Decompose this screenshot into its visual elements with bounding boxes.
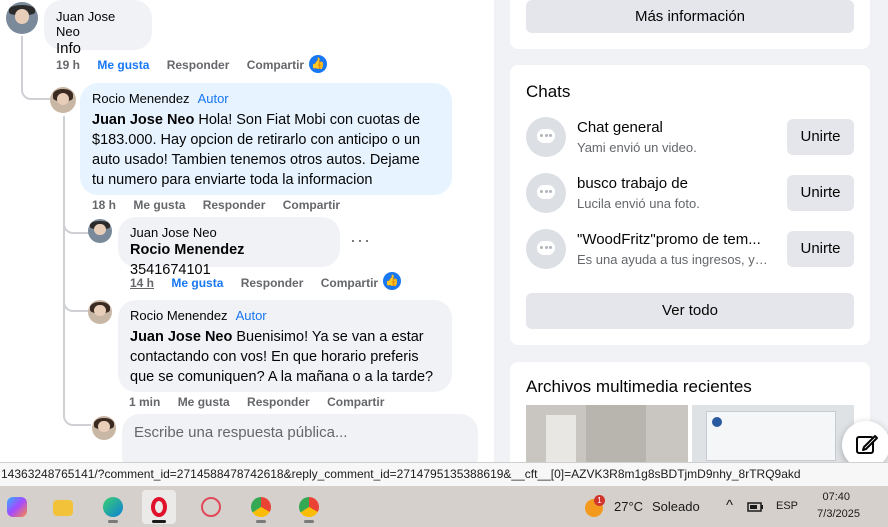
join-button[interactable]: Unirte: [787, 231, 854, 267]
comment-bubble: Rocio Menendez Autor Juan Jose Neo Hola! …: [80, 83, 452, 195]
reply-button[interactable]: Responder: [241, 276, 304, 290]
author-badge: Autor: [197, 91, 229, 106]
opera-icon: [151, 497, 167, 517]
avatar[interactable]: [88, 219, 112, 243]
taskbar: 1 27°C Soleado ^ ESP 07:40 7/3/2025: [0, 486, 888, 527]
chat-subtitle: Yami envió un video.: [577, 140, 697, 155]
taskbar-chrome-profile-1[interactable]: [244, 490, 278, 524]
reply-button[interactable]: Responder: [167, 58, 230, 72]
media-thumbnail[interactable]: [692, 405, 854, 465]
author-badge: Autor: [235, 308, 267, 323]
notification-badge: 1: [594, 495, 605, 506]
join-button[interactable]: Unirte: [787, 175, 854, 211]
chat-subtitle: Lucila envió una foto.: [577, 196, 700, 211]
comment-author[interactable]: Juan Jose Neo: [130, 225, 328, 240]
like-button[interactable]: Me gusta: [178, 395, 230, 409]
taskbar-file-explorer[interactable]: [46, 490, 80, 524]
chat-icon[interactable]: [526, 173, 566, 213]
edge-icon: [103, 497, 123, 517]
thread-connector: [63, 220, 89, 234]
join-button[interactable]: Unirte: [787, 119, 854, 155]
comment-text: Info: [56, 40, 82, 57]
media-card: Archivos multimedia recientes: [510, 362, 870, 472]
comment-author[interactable]: Rocio Menendez: [92, 91, 190, 106]
weather-condition[interactable]: Soleado: [652, 499, 700, 514]
comment-time[interactable]: 19 h: [56, 58, 80, 72]
network-battery-icon[interactable]: [747, 500, 765, 514]
link-status-bar: 14363248765141/?comment_id=2714588478742…: [0, 462, 888, 486]
avatar[interactable]: [88, 300, 112, 324]
comment-time[interactable]: 1 min: [129, 395, 160, 409]
avatar[interactable]: [92, 416, 116, 440]
comment-actions: 14 h Me gusta Responder Compartir: [130, 276, 392, 290]
chats-title: Chats: [526, 82, 571, 101]
media-thumbnail[interactable]: [526, 405, 688, 465]
reply-input[interactable]: Escribe una respuesta pública...: [122, 414, 478, 462]
comment-text: Juan Jose Neo Buenisimo! Ya se van a est…: [130, 329, 434, 385]
clock-date[interactable]: 7/3/2025: [808, 508, 860, 520]
chat-title[interactable]: busco trabajo de: [577, 175, 773, 192]
chat-title[interactable]: "WoodFritz"promo de tem...: [577, 231, 773, 248]
comment-time[interactable]: 18 h: [92, 198, 116, 212]
chat-icon[interactable]: [526, 229, 566, 269]
copilot-icon: [7, 497, 27, 517]
chrome-icon: [299, 497, 319, 517]
thread-line: [63, 116, 65, 416]
thread-connector: [63, 296, 89, 312]
chat-subtitle: Es una ayuda a tus ingresos, yo ...: [577, 252, 773, 267]
chrome-icon: [251, 497, 271, 517]
taskbar-chrome-profile-2[interactable]: [292, 490, 326, 524]
folder-icon: [53, 500, 73, 516]
share-button[interactable]: Compartir: [327, 395, 384, 409]
taskbar-snipping-tool[interactable]: [194, 490, 228, 524]
comment-text: Rocio Menendez 3541674101: [130, 242, 245, 278]
like-button[interactable]: Me gusta: [171, 276, 223, 290]
thread-connector: [21, 80, 51, 100]
like-reaction-icon[interactable]: 👍: [309, 55, 327, 73]
input-language[interactable]: ESP: [776, 500, 798, 512]
share-button[interactable]: Compartir: [321, 276, 378, 290]
comment-bubble: Juan Jose Neo Rocio Menendez 3541674101: [118, 217, 340, 278]
thread-connector: [63, 408, 91, 426]
more-options-icon[interactable]: ···: [350, 230, 371, 251]
show-hidden-icons-chevron[interactable]: ^: [726, 497, 733, 514]
scissors-icon: [201, 497, 221, 517]
more-info-button[interactable]: Más información: [526, 0, 854, 33]
avatar[interactable]: [6, 2, 38, 34]
reply-button[interactable]: Responder: [203, 198, 266, 212]
comment-actions: 18 h Me gusta Responder Compartir: [92, 198, 354, 212]
avatar[interactable]: [50, 87, 76, 113]
share-button[interactable]: Compartir: [283, 198, 340, 212]
like-reaction-icon[interactable]: 👍: [383, 272, 401, 290]
taskbar-opera[interactable]: [142, 490, 176, 524]
mention[interactable]: Rocio Menendez: [130, 242, 244, 258]
share-button[interactable]: Compartir: [247, 58, 304, 72]
temperature[interactable]: 27°C: [614, 499, 643, 514]
chat-title[interactable]: Chat general: [577, 119, 773, 136]
comment-bubble: Juan Jose Neo Info: [44, 0, 152, 57]
comments-pane: Juan Jose Neo Info 19 h Me gusta Respond…: [0, 0, 494, 462]
see-all-button[interactable]: Ver todo: [526, 293, 854, 329]
reply-button[interactable]: Responder: [247, 395, 310, 409]
taskbar-copilot[interactable]: [0, 490, 34, 524]
comment-author[interactable]: Juan Jose Neo: [56, 9, 140, 39]
mention[interactable]: Juan Jose Neo: [130, 329, 232, 345]
info-card: Más información: [510, 0, 870, 49]
comment-bubble: Rocio Menendez Autor Juan Jose Neo Buenis…: [118, 300, 452, 392]
chats-card: Chats Chat general Yami envió un video. …: [510, 65, 870, 345]
comment-time[interactable]: 14 h: [130, 276, 154, 290]
like-button[interactable]: Me gusta: [133, 198, 185, 212]
like-button[interactable]: Me gusta: [97, 58, 149, 72]
clock-time[interactable]: 07:40: [820, 491, 850, 503]
comment-actions: 19 h Me gusta Responder Compartir: [56, 58, 318, 72]
mention[interactable]: Juan Jose Neo: [92, 112, 194, 128]
comment-actions: 1 min Me gusta Responder Compartir: [129, 395, 398, 409]
chat-icon[interactable]: [526, 117, 566, 157]
comment-author[interactable]: Rocio Menendez: [130, 308, 228, 323]
media-title: Archivos multimedia recientes: [526, 377, 752, 396]
comment-text: Juan Jose Neo Hola! Son Fiat Mobi con cu…: [92, 112, 421, 188]
taskbar-edge[interactable]: [96, 490, 130, 524]
